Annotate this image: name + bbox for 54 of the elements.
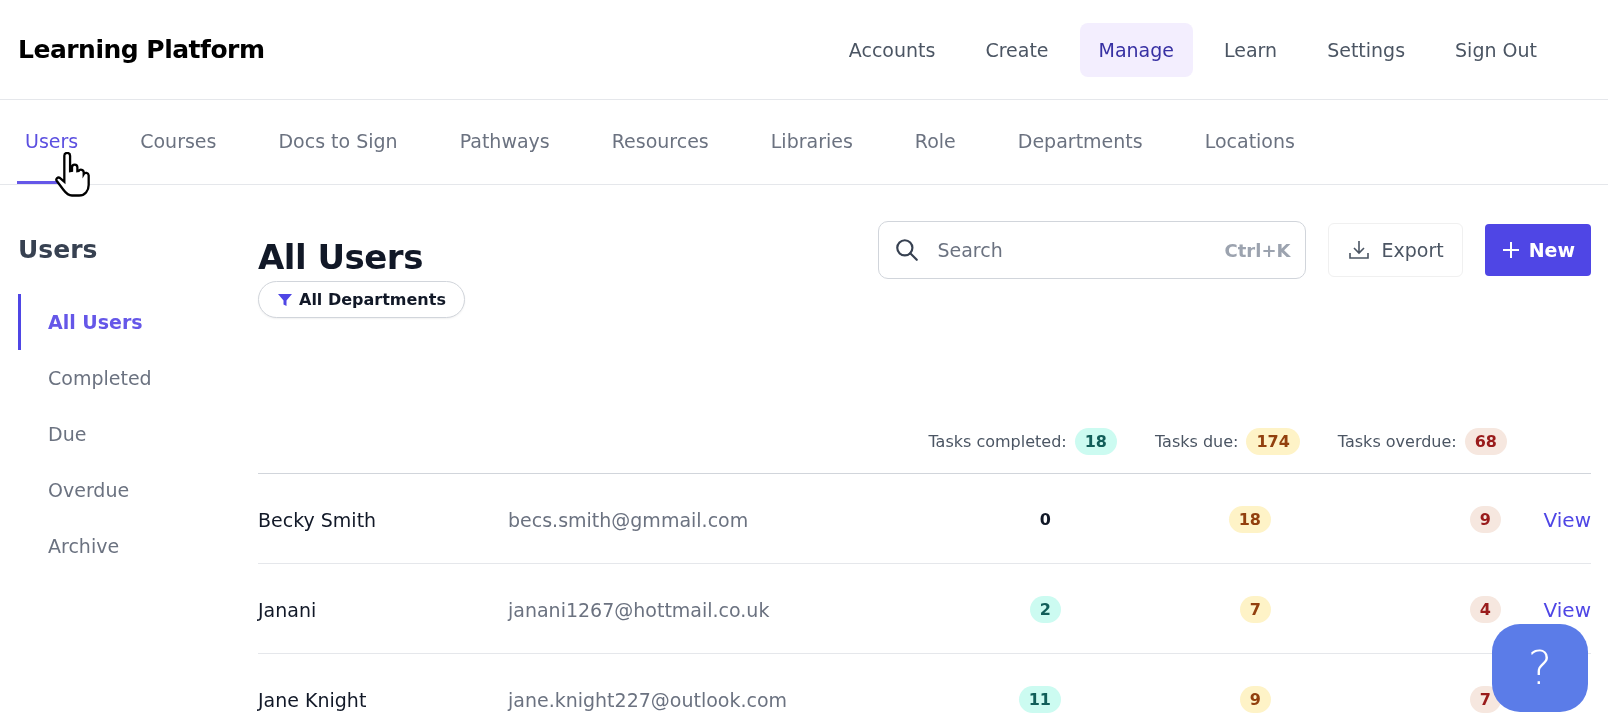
stat-label: Tasks completed:: [928, 432, 1067, 451]
department-filter[interactable]: All Departments: [258, 281, 465, 318]
sidebar-item[interactable]: Due: [18, 406, 258, 462]
tab[interactable]: Role: [906, 100, 964, 184]
tab[interactable]: Resources: [603, 100, 717, 184]
nav-link[interactable]: Accounts: [829, 22, 955, 77]
count-badge: 174: [1246, 428, 1300, 455]
stat-label: Tasks due:: [1154, 432, 1239, 451]
count-badge: 68: [1464, 428, 1507, 455]
download-icon: [1347, 238, 1372, 262]
count-badge: 2: [1029, 596, 1061, 623]
user-name: Jane Knight: [258, 688, 368, 711]
count-badge: 11: [1018, 686, 1061, 713]
hand-cursor-icon: [52, 152, 92, 198]
sidebar-item[interactable]: Overdue: [18, 462, 258, 518]
count-badge: 7: [1239, 596, 1271, 623]
export-button[interactable]: Export: [1328, 223, 1463, 277]
plus-icon: [1500, 240, 1521, 260]
count-badge: 18: [1074, 428, 1117, 455]
filter-icon: [277, 291, 293, 308]
nav-link[interactable]: Create: [966, 22, 1068, 77]
tab[interactable]: Docs to Sign: [270, 100, 406, 184]
tab[interactable]: Courses: [132, 100, 225, 184]
count-badge: 9: [1469, 506, 1501, 533]
count-badge: 4: [1469, 596, 1501, 623]
count-value: 0: [1038, 509, 1052, 531]
search-icon: [894, 237, 921, 263]
sidebar-item[interactable]: Completed: [18, 350, 258, 406]
user-name: Janani: [258, 598, 318, 621]
nav-link[interactable]: Learn: [1205, 22, 1297, 77]
user-email: becs.smith@gmmail.com: [508, 508, 750, 531]
count-badge: 7: [1469, 686, 1501, 713]
nav-link[interactable]: Sign Out: [1436, 22, 1556, 77]
view-link[interactable]: View: [1543, 597, 1591, 622]
new-button[interactable]: New: [1484, 224, 1591, 276]
user-email: janani1267@hottmail.co.uk: [508, 598, 771, 621]
nav-link[interactable]: Manage: [1079, 22, 1193, 77]
user-email: jane.knight227@outlook.com: [508, 688, 789, 711]
view-link[interactable]: View: [1543, 507, 1591, 532]
count-badge: 9: [1239, 686, 1271, 713]
count-badge: 18: [1228, 506, 1271, 533]
brand-title: Learning Platform: [18, 35, 265, 64]
tab[interactable]: Libraries: [762, 100, 861, 184]
sidebar-item[interactable]: Archive: [18, 518, 258, 574]
tab[interactable]: Departments: [1009, 100, 1151, 184]
help-button[interactable]: ?: [1492, 624, 1588, 712]
user-name: Becky Smith: [258, 508, 378, 531]
sidebar-title: Users: [18, 235, 99, 264]
tab[interactable]: Locations: [1196, 100, 1303, 184]
tab[interactable]: Pathways: [451, 100, 558, 184]
page-title: All Users: [258, 237, 423, 277]
stat-label: Tasks overdue:: [1337, 432, 1457, 451]
nav-link[interactable]: Settings: [1308, 22, 1425, 77]
shortcut-hint: Ctrl+K: [1224, 240, 1291, 261]
